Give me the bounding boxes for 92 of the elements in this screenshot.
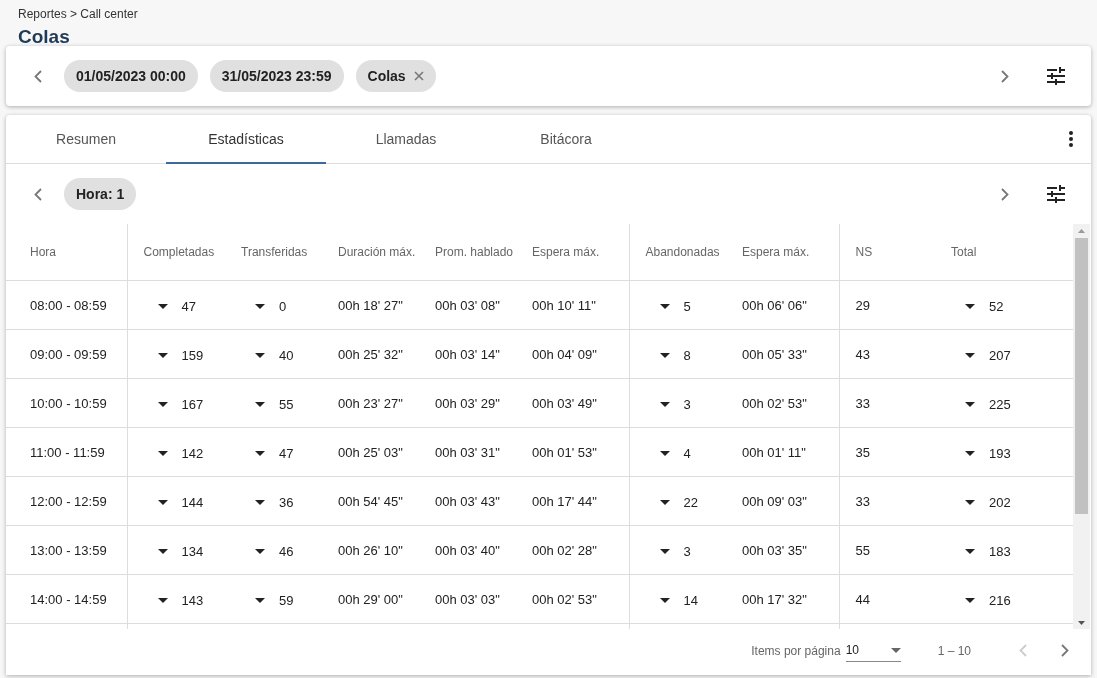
table-cell: 00h 03' 43" xyxy=(435,493,500,509)
table-cell: 59 xyxy=(279,592,294,608)
tab[interactable]: Estadísticas xyxy=(166,115,326,164)
date-chip[interactable]: 31/05/2023 23:59 xyxy=(209,60,344,92)
column-header: Completadas xyxy=(127,224,225,281)
table-cell: 193 xyxy=(989,445,1011,461)
table-cell: 14 xyxy=(683,592,698,608)
table-cell: 00h 03' 35" xyxy=(742,542,807,558)
table-cell: 134 xyxy=(181,543,204,559)
column-header: NS xyxy=(839,224,935,281)
table-cell: 46 xyxy=(279,543,294,559)
table-cell: 225 xyxy=(989,396,1011,412)
column-header: Transferidas xyxy=(225,224,322,281)
table-cell: 00h 03' 40" xyxy=(435,542,500,558)
table-cell: 159 xyxy=(181,347,204,363)
table-cell: 00h 03' 08" xyxy=(435,297,500,313)
breadcrumb: Reportes > Call center xyxy=(18,7,139,21)
table-cell: 55 xyxy=(855,542,870,558)
page-range: 1 – 10 xyxy=(937,643,971,658)
table-cell: 00h 02' 28" xyxy=(532,542,597,558)
page-title: Colas xyxy=(18,26,71,48)
table-cell: 14:00 - 14:59 xyxy=(30,591,107,607)
table-cell: 00h 03' 49" xyxy=(532,395,597,411)
table-cell: 183 xyxy=(989,543,1011,559)
column-header: Prom. hablado xyxy=(419,224,516,281)
table-cell: 00h 25' 03" xyxy=(338,444,403,460)
table-cell: 00h 09' 03" xyxy=(742,493,807,509)
table-cell: 00h 03' 03" xyxy=(435,591,500,607)
column-header: Abandonadas xyxy=(629,224,726,281)
table-cell: 00h 18' 27" xyxy=(338,297,403,313)
column-header: Espera máx. xyxy=(516,224,629,281)
table-cell: 00h 29' 00" xyxy=(338,591,403,607)
date-chip[interactable]: 01/05/2023 00:00 xyxy=(64,60,198,92)
table-cell: 55 xyxy=(279,396,294,412)
items-per-page-label: Items por página xyxy=(751,643,841,658)
table-cell: 10:00 - 10:59 xyxy=(30,395,107,411)
table-cell: 00h 03' 31" xyxy=(435,444,500,460)
table-cell: 13:00 - 13:59 xyxy=(30,542,107,558)
table-cell: 22 xyxy=(683,494,698,510)
table-cell: 00h 04' 09" xyxy=(532,346,597,362)
page-size-select[interactable]: 10 xyxy=(845,639,901,662)
table-cell: 3 xyxy=(683,396,691,412)
table-cell: 40 xyxy=(279,347,294,363)
tab[interactable]: Llamadas xyxy=(326,115,486,164)
table-cell: 00h 06' 06" xyxy=(742,297,807,313)
filter-chip[interactable]: Colas xyxy=(355,60,436,92)
table-cell: 52 xyxy=(989,298,1004,314)
table-cell: 3 xyxy=(683,543,691,559)
table-cell: 00h 01' 11" xyxy=(742,444,806,460)
table-cell: 0 xyxy=(279,298,287,314)
table-cell: 00h 03' 14" xyxy=(435,346,500,362)
table-cell: 4 xyxy=(683,445,691,461)
column-header: Duración máx. xyxy=(322,224,419,281)
table-cell: 202 xyxy=(989,494,1011,510)
table-cell: 08:00 - 08:59 xyxy=(30,297,107,313)
table-cell: 144 xyxy=(181,494,204,510)
table-cell: 143 xyxy=(181,592,204,608)
column-header: Hora xyxy=(6,224,127,281)
table-cell: 00h 01' 53" xyxy=(532,444,597,460)
table-cell: 00h 10' 11" xyxy=(532,297,596,313)
table-cell: 47 xyxy=(279,445,294,461)
table-cell: 00h 17' 32" xyxy=(742,591,807,607)
table-cell: 00h 17' 44" xyxy=(532,493,597,509)
table-cell: 43 xyxy=(855,346,870,362)
table-cell: 207 xyxy=(989,347,1011,363)
tab[interactable]: Bitácora xyxy=(486,115,646,164)
table-cell: 00h 02' 53" xyxy=(742,395,807,411)
table-cell: 5 xyxy=(683,298,691,314)
table-cell: 33 xyxy=(855,493,870,509)
table-cell: 47 xyxy=(181,298,196,314)
table-cell: 29 xyxy=(855,297,870,313)
table-cell: 00h 25' 32" xyxy=(338,346,403,362)
table-cell: 00h 23' 27" xyxy=(338,395,403,411)
date-chip[interactable]: Hora: 1 xyxy=(64,178,137,210)
table-cell: 36 xyxy=(279,494,294,510)
table-cell: 35 xyxy=(855,444,870,460)
table-cell: 00h 02' 53" xyxy=(532,591,597,607)
table-cell: 00h 26' 10" xyxy=(338,542,403,558)
column-header: Espera máx. xyxy=(726,224,839,281)
table-cell: 00h 03' 29" xyxy=(435,395,500,411)
table-cell: 09:00 - 09:59 xyxy=(30,346,107,362)
table-cell: 44 xyxy=(855,591,870,607)
table-cell: 216 xyxy=(989,592,1011,608)
table-cell: 8 xyxy=(683,347,691,363)
table-cell: 00h 05' 33" xyxy=(742,346,807,362)
table-cell: 142 xyxy=(181,445,204,461)
table-cell: 11:00 - 11:59 xyxy=(30,444,105,460)
table-cell: 00h 54' 45" xyxy=(338,493,403,509)
table-cell: 33 xyxy=(855,395,870,411)
table-cell: 12:00 - 12:59 xyxy=(30,493,107,509)
table-cell: 167 xyxy=(181,396,204,412)
tab[interactable]: Resumen xyxy=(6,115,166,164)
